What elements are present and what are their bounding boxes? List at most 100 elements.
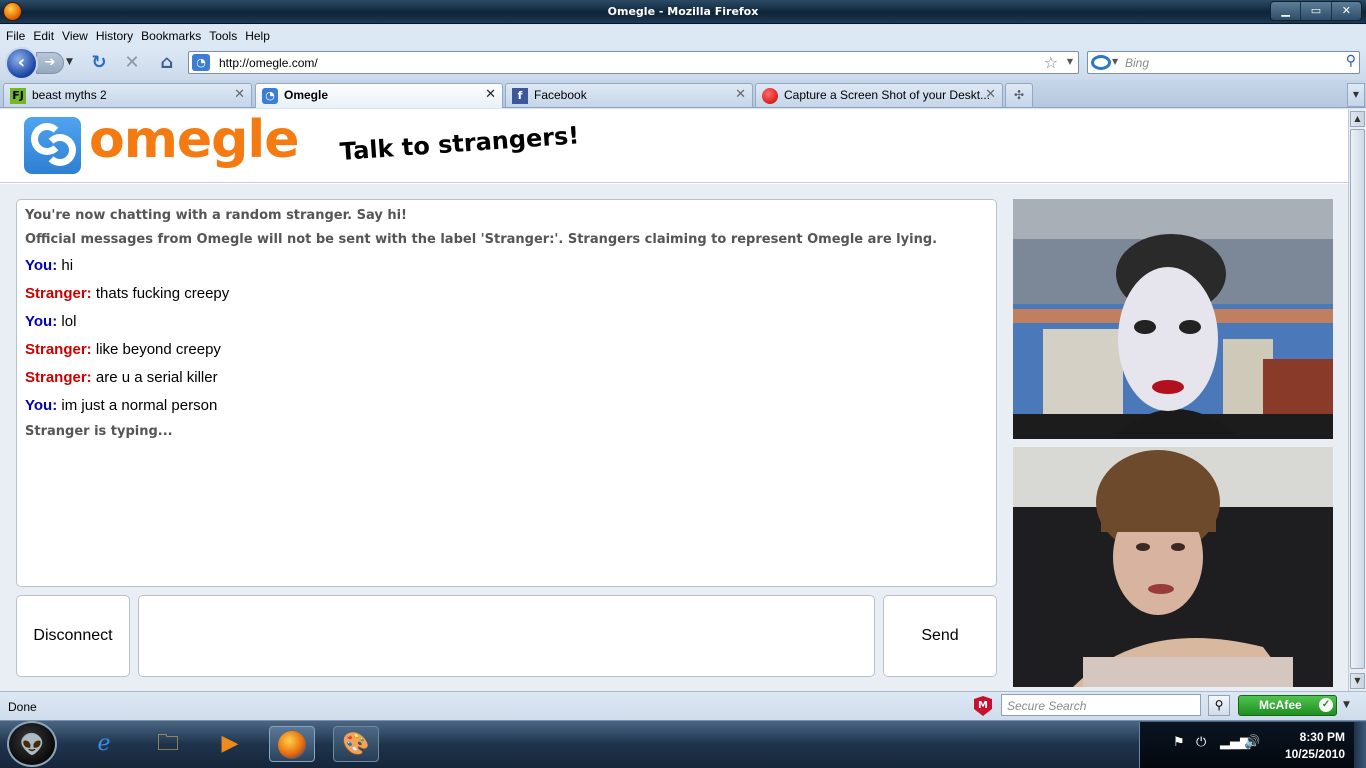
close-tab-icon[interactable]: ✕ [485, 87, 496, 102]
list-all-tabs-icon[interactable]: ▼ [1347, 83, 1365, 107]
firefox-taskbar-icon[interactable] [269, 726, 315, 762]
self-webcam [1013, 447, 1333, 687]
action-center-flag-icon[interactable]: ⚑ [1173, 735, 1185, 750]
system-message: You're now chatting with a random strang… [25, 208, 407, 223]
mcafee-siteadvisor-badge[interactable]: McAfee ✓ [1238, 695, 1337, 716]
status-text: Done [8, 700, 37, 714]
start-button[interactable]: 👽 [7, 721, 57, 767]
clock-time[interactable]: 8:30 PM [1265, 730, 1345, 744]
media-player-icon[interactable]: ▶ [207, 726, 253, 762]
scroll-down-arrow-icon[interactable]: ▼ [1350, 673, 1365, 689]
funnyjunk-icon: FJ [10, 88, 26, 104]
title-bar: Omegle - Mozilla Firefox ▁ ▭ ✕ [0, 0, 1366, 24]
secure-search-placeholder: Secure Search [1007, 699, 1087, 713]
tab-label: Omegle [284, 88, 329, 102]
search-placeholder: Bing [1125, 56, 1150, 70]
omegle-logo-text: omegle [89, 110, 299, 170]
new-tab-button[interactable]: ✣ [1005, 83, 1033, 107]
disconnect-button[interactable]: Disconnect [16, 595, 130, 677]
message-sender: You: [25, 397, 58, 414]
menu-tools[interactable]: Tools [209, 29, 237, 43]
tab-label: beast myths 2 [32, 88, 107, 102]
url-text[interactable]: http://omegle.com/ [219, 56, 318, 70]
minimize-button[interactable]: ▁ [1271, 2, 1302, 20]
menu-history[interactable]: History [96, 29, 133, 43]
checkmark-icon: ✓ [1319, 698, 1333, 712]
close-window-button[interactable]: ✕ [1332, 2, 1361, 20]
menu-help[interactable]: Help [245, 29, 270, 43]
tab-capture-screenshot[interactable]: Capture a Screen Shot of your Deskt... ✕ [755, 83, 1003, 107]
menu-bar: File Edit View History Bookmarks Tools H… [0, 25, 1366, 46]
message-sender: You: [25, 313, 58, 330]
maximize-button[interactable]: ▭ [1301, 2, 1332, 20]
tab-omegle[interactable]: ◔ Omegle ✕ [255, 83, 503, 108]
back-button[interactable]: ‹ [5, 47, 38, 80]
forward-button[interactable]: ➔ [36, 52, 64, 74]
page-scrollbar[interactable]: ▲ ▼ [1348, 109, 1366, 691]
scrollbar-thumb[interactable] [1350, 129, 1365, 669]
chat-message: You: im just a normal person [25, 397, 217, 414]
message-text: are u a serial killer [95, 369, 218, 386]
paint-icon[interactable]: 🎨 [333, 726, 379, 762]
chat-message: Stranger: like beyond creepy [25, 341, 221, 358]
secure-search-button[interactable]: ⚲ [1208, 695, 1230, 716]
window-title: Omegle - Mozilla Firefox [607, 5, 759, 18]
power-icon[interactable]: ⏻ [1196, 735, 1206, 750]
url-bar[interactable]: ◔ http://omegle.com/ ☆ ▼ [188, 51, 1079, 74]
message-text: lol [61, 313, 77, 330]
chat-message: You: hi [25, 257, 73, 274]
menu-edit[interactable]: Edit [33, 29, 54, 43]
omegle-logo-icon [24, 117, 81, 174]
close-tab-icon[interactable]: ✕ [234, 87, 245, 102]
url-dropdown-icon[interactable]: ▼ [1067, 57, 1073, 66]
message-text: like beyond creepy [95, 341, 221, 358]
message-sender: Stranger: [25, 341, 92, 358]
window-controls: ▁ ▭ ✕ [1270, 1, 1362, 21]
bing-engine-icon[interactable] [1091, 55, 1111, 70]
send-button[interactable]: Send [883, 595, 997, 677]
close-tab-icon[interactable]: ✕ [985, 87, 996, 102]
message-sender: Stranger: [25, 369, 92, 386]
clock-date[interactable]: 10/25/2010 [1265, 747, 1345, 761]
show-desktop-button[interactable] [1354, 722, 1366, 768]
menu-file[interactable]: File [6, 29, 25, 43]
message-text: hi [61, 257, 74, 274]
mcafee-label: McAfee [1259, 698, 1302, 712]
chat-log[interactable] [16, 199, 997, 587]
tab-label: Facebook [534, 88, 587, 102]
engine-dropdown-icon[interactable]: ▼ [1112, 57, 1118, 66]
search-bar[interactable]: ▼ Bing ⚲ [1087, 51, 1360, 74]
system-message: Official messages from Omegle will not b… [25, 232, 938, 247]
facebook-icon: f [512, 88, 528, 104]
search-icon[interactable]: ⚲ [1346, 53, 1356, 69]
home-icon[interactable]: ⌂ [156, 52, 178, 74]
record-icon [762, 88, 778, 104]
mcafee-dropdown-icon[interactable]: ▼ [1343, 700, 1350, 710]
message-input[interactable] [138, 595, 875, 677]
message-sender: Stranger: [25, 285, 92, 302]
typing-status: Stranger is typing... [25, 424, 173, 439]
message-text: thats fucking creepy [95, 285, 230, 302]
menu-view[interactable]: View [62, 29, 88, 43]
stranger-webcam [1013, 199, 1333, 439]
close-tab-icon[interactable]: ✕ [735, 87, 746, 102]
file-explorer-icon[interactable]: 🗀 [145, 726, 191, 762]
system-tray: ⚑ ⏻ ▂▄▆ 🔊 8:30 PM 10/25/2010 [1139, 722, 1366, 768]
internet-explorer-icon[interactable]: ℯ [81, 726, 127, 762]
site-identity-icon[interactable]: ◔ [192, 54, 210, 71]
bookmark-star-icon[interactable]: ☆ [1044, 53, 1058, 72]
volume-icon[interactable]: 🔊 [1244, 735, 1260, 750]
chat-message: Stranger: thats fucking creepy [25, 285, 229, 302]
tab-label: Capture a Screen Shot of your Deskt... [784, 88, 991, 102]
stop-icon[interactable]: ✕ [121, 52, 143, 74]
tab-facebook[interactable]: f Facebook ✕ [505, 83, 753, 107]
omegle-icon: ◔ [262, 88, 278, 104]
message-sender: You: [25, 257, 58, 274]
scroll-up-arrow-icon[interactable]: ▲ [1350, 111, 1365, 127]
secure-search-input[interactable]: Secure Search [1001, 694, 1201, 716]
history-dropdown-icon[interactable]: ▼ [66, 57, 73, 67]
reload-icon[interactable]: ↻ [88, 52, 110, 74]
message-text: im just a normal person [61, 397, 218, 414]
menu-bookmarks[interactable]: Bookmarks [141, 29, 201, 43]
tab-beast-myths[interactable]: FJ beast myths 2 ✕ [3, 83, 252, 107]
